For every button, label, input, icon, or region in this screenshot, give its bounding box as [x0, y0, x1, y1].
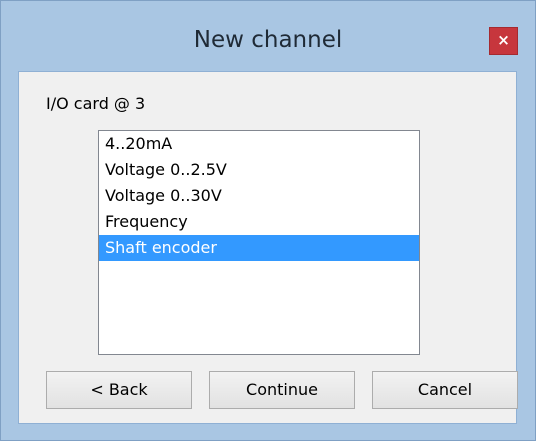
close-button[interactable]: ×	[489, 27, 518, 55]
io-card-label: I/O card @ 3	[46, 94, 146, 113]
back-button[interactable]: < Back	[46, 371, 192, 409]
title-bar[interactable]: New channel ×	[1, 1, 535, 71]
list-item-4-20ma[interactable]: 4..20mA	[99, 131, 419, 157]
channel-type-listbox[interactable]: 4..20mA Voltage 0..2.5V Voltage 0..30V F…	[98, 130, 420, 355]
cancel-button[interactable]: Cancel	[372, 371, 518, 409]
close-icon: ×	[497, 31, 510, 49]
dialog-window: New channel × I/O card @ 3 4..20mA Volta…	[0, 0, 536, 441]
window-title: New channel	[193, 27, 343, 53]
continue-button[interactable]: Continue	[209, 371, 355, 409]
list-item-frequency[interactable]: Frequency	[99, 209, 419, 235]
list-item-shaft-encoder[interactable]: Shaft encoder	[99, 235, 419, 261]
list-item-voltage-30v[interactable]: Voltage 0..30V	[99, 183, 419, 209]
dialog-body: I/O card @ 3 4..20mA Voltage 0..2.5V Vol…	[18, 71, 518, 424]
list-item-voltage-2-5v[interactable]: Voltage 0..2.5V	[99, 157, 419, 183]
